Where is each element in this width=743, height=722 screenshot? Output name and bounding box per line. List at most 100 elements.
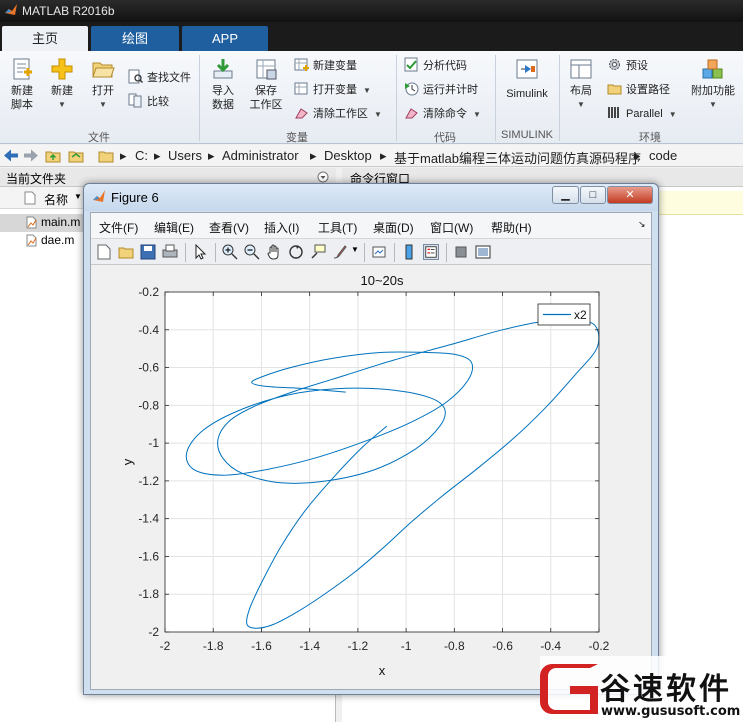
new-script-button[interactable]: 新建 脚本 — [4, 57, 40, 112]
insert-legend-icon[interactable] — [423, 244, 439, 260]
menu-window[interactable]: 窗口(W) — [430, 219, 473, 236]
save-figure-icon[interactable] — [140, 244, 156, 260]
y-tick-label: -1.2 — [138, 474, 159, 488]
print-figure-icon[interactable] — [162, 244, 178, 260]
save-workspace-icon — [256, 59, 277, 80]
file-list-item[interactable]: main.m — [0, 214, 90, 232]
set-path-button[interactable]: 设置路径 — [607, 81, 670, 99]
new-button[interactable]: 新建 ▼ — [44, 57, 80, 112]
open-dropdown-icon[interactable]: ▼ — [85, 98, 121, 112]
simulink-group-label: SIMULINK — [501, 129, 553, 141]
new-variable-button[interactable]: 新建变量 — [294, 57, 357, 75]
close-button[interactable]: ✕ — [607, 186, 653, 204]
plot-canvas[interactable]: -2 -1.8 -1.6 -1.4 -1.2 -1 -0.8 -0.6 -0.4 -0.2 -0.2… — [91, 266, 651, 689]
find-files-button[interactable]: 查找文件 — [128, 69, 191, 87]
minimize-button[interactable]: ▁ — [552, 186, 579, 204]
menu-edit[interactable]: 编辑(E) — [154, 219, 194, 236]
panel-menu-icon[interactable] — [317, 171, 329, 183]
zoom-out-icon[interactable] — [244, 244, 260, 260]
parallel-button[interactable]: Parallel ▼ — [607, 105, 677, 123]
m-file-icon — [26, 216, 37, 229]
up-folder-icon[interactable] — [45, 148, 61, 163]
matlab-logo-icon — [5, 4, 17, 15]
current-folder-path-bar: ▸ C: ▸ Users ▸ Administrator ▸ Desktop ▸… — [0, 145, 743, 167]
tab-apps[interactable]: APP — [182, 26, 268, 51]
breadcrumb-segment[interactable]: Desktop — [324, 148, 372, 163]
hide-plot-tools-icon[interactable] — [453, 244, 469, 260]
set-path-label: 设置路径 — [626, 84, 670, 96]
x-tick-label: -1.8 — [203, 639, 224, 653]
line-chart[interactable]: -2 -1.8 -1.6 -1.4 -1.2 -1 -0.8 -0.6 -0.4 -0.2 -0.2… — [91, 266, 651, 689]
new-dropdown-icon[interactable]: ▼ — [44, 98, 80, 112]
show-plot-tools-icon[interactable] — [475, 244, 491, 260]
legend[interactable]: x2 — [537, 303, 591, 326]
m-file-icon — [26, 234, 37, 247]
tab-home[interactable]: 主页 — [2, 26, 88, 51]
layout-button[interactable]: 布局 ▼ — [563, 57, 599, 112]
file-list-item[interactable]: dae.m — [0, 232, 90, 250]
import-label-1: 导入 — [212, 85, 234, 97]
link-plot-icon[interactable] — [371, 244, 387, 260]
clear-workspace-button[interactable]: 清除工作区 ▼ — [294, 105, 382, 123]
brush-icon[interactable] — [332, 244, 348, 260]
new-variable-label: 新建变量 — [313, 60, 357, 72]
browse-folder-icon[interactable] — [68, 148, 84, 163]
breadcrumb-segment[interactable]: Administrator — [222, 148, 299, 163]
brush-dropdown-icon[interactable]: ▼ — [351, 245, 359, 254]
preferences-button[interactable]: 预设 — [607, 57, 648, 75]
rotate-3d-icon[interactable] — [288, 244, 304, 260]
maximize-button[interactable]: □ — [580, 186, 606, 204]
save-workspace-button[interactable]: 保存 工作区 — [246, 57, 286, 112]
import-data-button[interactable]: 导入 数据 — [205, 57, 241, 112]
menu-help[interactable]: 帮助(H) — [491, 219, 532, 236]
menu-insert[interactable]: 插入(I) — [264, 219, 299, 236]
clear-workspace-dropdown-icon[interactable]: ▼ — [374, 110, 382, 119]
back-arrow-icon[interactable] — [3, 148, 19, 163]
clear-commands-button[interactable]: 清除命令 ▼ — [404, 105, 481, 123]
parallel-dropdown-icon[interactable]: ▼ — [669, 110, 677, 119]
breadcrumb-segment[interactable]: Users — [168, 148, 202, 163]
figure-window[interactable]: Figure 6 ▁ □ ✕ 文件(F) 编辑(E) 查看(V) 插入(I) 工… — [83, 183, 659, 695]
y-tick-label: -0.4 — [138, 323, 159, 337]
variable-group-label: 变量 — [286, 132, 308, 144]
forward-arrow-icon[interactable] — [23, 148, 39, 163]
open-variable-dropdown-icon[interactable]: ▼ — [363, 86, 371, 95]
dock-arrow-icon[interactable]: ↘ — [638, 219, 646, 230]
ribbon-tab-bar: 主页 绘图 APP — [0, 22, 743, 51]
name-column-header[interactable]: 名称 — [44, 191, 68, 208]
tab-plots[interactable]: 绘图 — [91, 26, 179, 51]
figure-title-bar[interactable]: Figure 6 ▁ □ ✕ — [84, 184, 658, 211]
menu-desktop[interactable]: 桌面(D) — [373, 219, 414, 236]
open-button[interactable]: 打开 ▼ — [85, 57, 121, 112]
menu-file[interactable]: 文件(F) — [99, 219, 138, 236]
add-ons-button[interactable]: 附加功能 ▼ — [688, 57, 738, 112]
breadcrumb-separator: ▸ — [310, 148, 317, 163]
analyze-code-button[interactable]: 分析代码 — [404, 57, 467, 75]
compare-button[interactable]: 比较 — [128, 93, 169, 111]
root-folder-icon[interactable] — [98, 148, 114, 163]
edit-plot-arrow-icon[interactable] — [192, 244, 208, 260]
file-group-label: 文件 — [88, 132, 110, 144]
add-ons-dropdown-icon[interactable]: ▼ — [688, 98, 738, 112]
breadcrumb-segment[interactable]: 基于matlab编程三体运动问题仿真源码程序 — [394, 148, 641, 167]
find-files-label: 查找文件 — [147, 72, 191, 84]
menu-tools[interactable]: 工具(T) — [318, 219, 357, 236]
run-and-time-label: 运行并计时 — [423, 84, 478, 96]
menu-view[interactable]: 查看(V) — [209, 219, 249, 236]
clear-commands-dropdown-icon[interactable]: ▼ — [473, 110, 481, 119]
layout-label: 布局 — [570, 85, 592, 97]
open-variable-button[interactable]: 打开变量 ▼ — [294, 81, 371, 99]
pan-hand-icon[interactable] — [266, 244, 282, 260]
clear-commands-icon — [405, 108, 418, 119]
breadcrumb-segment[interactable]: code — [649, 148, 677, 163]
open-file-icon[interactable] — [118, 244, 134, 260]
run-and-time-button[interactable]: 运行并计时 — [404, 81, 478, 99]
zoom-in-icon[interactable] — [222, 244, 238, 260]
layout-dropdown-icon[interactable]: ▼ — [563, 98, 599, 112]
insert-colorbar-icon[interactable] — [401, 244, 417, 260]
new-figure-icon[interactable] — [96, 244, 112, 260]
sort-icon[interactable]: ▼ — [74, 192, 82, 201]
data-cursor-icon[interactable] — [310, 244, 326, 260]
simulink-button[interactable]: Simulink — [501, 57, 553, 101]
breadcrumb-segment[interactable]: C: — [135, 148, 148, 163]
